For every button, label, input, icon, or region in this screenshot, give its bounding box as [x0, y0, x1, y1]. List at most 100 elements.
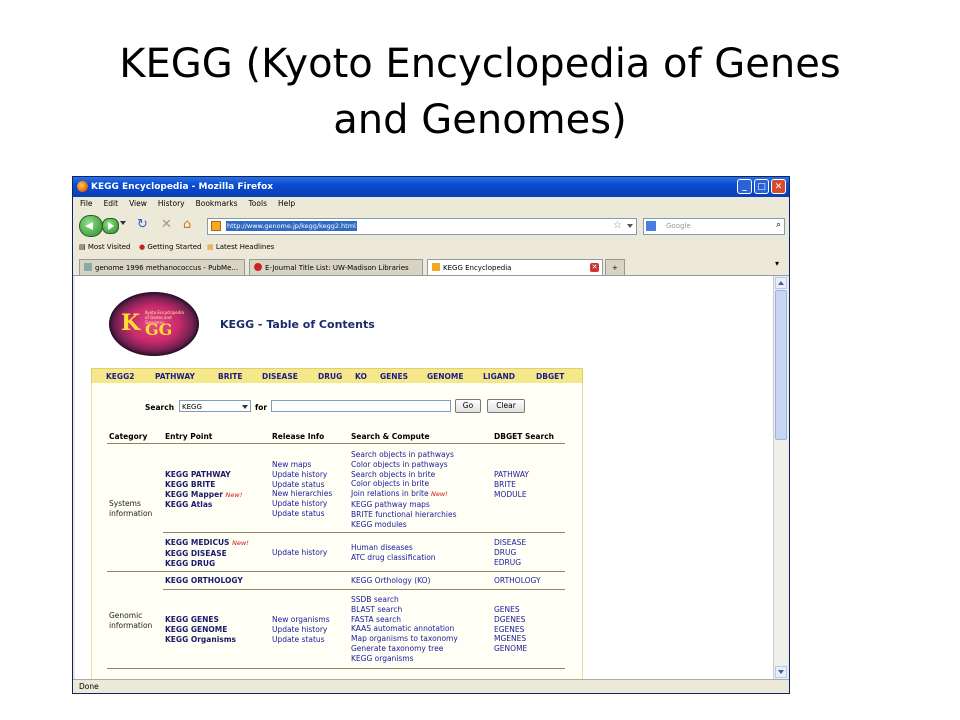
reload-icon[interactable]: ↻ — [137, 217, 148, 233]
window-titlebar[interactable]: KEGG Encyclopedia - Mozilla Firefox _ □ … — [73, 177, 789, 197]
link-update-history-4[interactable]: Update history — [272, 625, 330, 635]
nav-disease[interactable]: DISEASE — [262, 369, 298, 384]
link-kegg-disease[interactable]: KEGG DISEASE — [165, 549, 249, 559]
link-search-objects-pathways[interactable]: Search objects in pathways — [351, 450, 457, 460]
link-generate-taxonomy-tree[interactable]: Generate taxonomy tree — [351, 644, 458, 654]
bookmark-latest-headlines[interactable]: ▦ Latest Headlines — [207, 239, 274, 255]
menu-history[interactable]: History — [158, 199, 185, 208]
tab-close-icon[interactable]: ✕ — [590, 263, 599, 272]
link-update-history-3[interactable]: Update history — [272, 548, 327, 558]
nav-ligand[interactable]: LIGAND — [483, 369, 515, 384]
nav-genes[interactable]: GENES — [380, 369, 408, 384]
forward-button[interactable] — [102, 218, 119, 234]
link-update-status[interactable]: Update status — [272, 480, 332, 490]
nav-kegg2[interactable]: KEGG2 — [106, 369, 134, 384]
back-button[interactable] — [79, 215, 103, 237]
link-kegg-medicus[interactable]: KEGG MEDICUS New! — [165, 538, 249, 549]
minimize-button[interactable]: _ — [737, 179, 752, 194]
link-new-maps[interactable]: New maps — [272, 460, 332, 470]
bookmark-getting-started[interactable]: ● Getting Started — [139, 239, 201, 255]
tab-pubmed[interactable]: genome 1996 methanococcus - PubMe... — [79, 259, 245, 275]
nav-dbget[interactable]: DBGET — [536, 369, 564, 384]
scroll-up-button[interactable] — [775, 277, 787, 289]
link-kegg-organisms[interactable]: KEGG Organisms — [165, 635, 236, 645]
search-icon[interactable]: ⌕ — [776, 220, 781, 230]
link-dbget-module[interactable]: MODULE — [494, 490, 529, 500]
link-dbget-genes[interactable]: GENES — [494, 605, 527, 615]
nav-brite[interactable]: BRITE — [218, 369, 243, 384]
google-icon[interactable] — [646, 221, 656, 231]
menu-tools[interactable]: Tools — [249, 199, 267, 208]
nav-drug[interactable]: DRUG — [318, 369, 342, 384]
link-dbget-genome[interactable]: GENOME — [494, 644, 527, 654]
link-color-objects-brite[interactable]: Color objects in brite — [351, 479, 457, 489]
tab-kegg[interactable]: KEGG Encyclopedia ✕ — [427, 259, 603, 275]
link-kegg-orthology-ko[interactable]: KEGG Orthology (KO) — [351, 576, 430, 586]
link-update-history[interactable]: Update history — [272, 470, 332, 480]
link-dbget-pathway[interactable]: PATHWAY — [494, 470, 529, 480]
menu-file[interactable]: File — [80, 199, 93, 208]
home-icon[interactable]: ⌂ — [183, 217, 191, 233]
scroll-thumb[interactable] — [775, 290, 787, 440]
link-dbget-edrug[interactable]: EDRUG — [494, 558, 526, 568]
menu-view[interactable]: View — [129, 199, 147, 208]
vertical-scrollbar[interactable] — [773, 276, 788, 679]
link-kegg-drug[interactable]: KEGG DRUG — [165, 559, 249, 569]
nav-ko[interactable]: KO — [355, 369, 367, 384]
scroll-down-button[interactable] — [775, 666, 787, 678]
menu-help[interactable]: Help — [278, 199, 295, 208]
kegg-logo[interactable]: K Kyoto Encyclopedia of Genes and Genome… — [109, 292, 199, 356]
link-kegg-orthology[interactable]: KEGG ORTHOLOGY — [165, 576, 243, 586]
link-brite-functional-hierarchies[interactable]: BRITE functional hierarchies — [351, 510, 457, 520]
history-dropdown-icon[interactable] — [120, 221, 126, 225]
link-dbget-dgenes[interactable]: DGENES — [494, 615, 527, 625]
link-kegg-genes[interactable]: KEGG GENES — [165, 615, 236, 625]
link-update-history-2[interactable]: Update history — [272, 499, 332, 509]
link-join-relations-brite[interactable]: Join relations in brite New! — [351, 489, 457, 500]
bookmark-most-visited[interactable]: ▤ Most Visited — [79, 239, 130, 255]
link-human-diseases[interactable]: Human diseases — [351, 543, 436, 553]
menu-bookmarks[interactable]: Bookmarks — [196, 199, 238, 208]
link-atc-drug-classification[interactable]: ATC drug classification — [351, 553, 436, 563]
link-kegg-modules[interactable]: KEGG modules — [351, 520, 457, 530]
go-button[interactable]: Go — [455, 399, 481, 413]
nav-genome[interactable]: GENOME — [427, 369, 464, 384]
link-kegg-organisms-2[interactable]: KEGG organisms — [351, 654, 458, 664]
url-bar[interactable]: http://www.genome.jp/kegg/kegg2.html ☆ — [207, 218, 637, 235]
link-kegg-atlas[interactable]: KEGG Atlas — [165, 500, 242, 510]
clear-button[interactable]: Clear — [487, 399, 525, 413]
link-dbget-disease[interactable]: DISEASE — [494, 538, 526, 548]
maximize-button[interactable]: □ — [754, 179, 769, 194]
link-ssdb-search[interactable]: SSDB search — [351, 595, 458, 605]
link-kegg-genome[interactable]: KEGG GENOME — [165, 625, 236, 635]
link-map-organisms-taxonomy[interactable]: Map organisms to taxonomy — [351, 634, 458, 644]
url-dropdown-icon[interactable] — [627, 224, 633, 228]
close-button[interactable]: ✕ — [771, 179, 786, 194]
link-new-organisms[interactable]: New organisms — [272, 615, 330, 625]
link-dbget-orthology[interactable]: ORTHOLOGY — [494, 576, 541, 586]
link-dbget-mgenes[interactable]: MGENES — [494, 634, 527, 644]
link-new-hierarchies[interactable]: New hierarchies — [272, 489, 332, 499]
tab-list-icon[interactable]: ▾ — [775, 259, 779, 268]
link-update-status-2[interactable]: Update status — [272, 509, 332, 519]
link-kegg-pathway[interactable]: KEGG PATHWAY — [165, 470, 242, 480]
bookmark-star-icon[interactable]: ☆ — [613, 219, 622, 233]
database-select[interactable]: KEGG — [179, 400, 251, 412]
search-box[interactable]: Google ⌕ — [643, 218, 785, 235]
link-update-status-3[interactable]: Update status — [272, 635, 330, 645]
tab-ejournal[interactable]: E-Journal Title List: UW-Madison Librari… — [249, 259, 423, 275]
link-kegg-pathway-maps[interactable]: KEGG pathway maps — [351, 500, 457, 510]
link-fasta-search[interactable]: FASTA search — [351, 615, 458, 625]
link-kaas-annotation[interactable]: KAAS automatic annotation — [351, 624, 458, 634]
link-kegg-mapper[interactable]: KEGG Mapper New! — [165, 490, 242, 501]
url-text[interactable]: http://www.genome.jp/kegg/kegg2.html — [226, 221, 357, 231]
search-input[interactable] — [271, 400, 451, 412]
menu-edit[interactable]: Edit — [104, 199, 119, 208]
link-color-objects-pathways[interactable]: Color objects in pathways — [351, 460, 457, 470]
link-dbget-brite[interactable]: BRITE — [494, 480, 529, 490]
new-tab-button[interactable]: + — [605, 259, 625, 275]
stop-icon[interactable]: ✕ — [161, 217, 172, 233]
link-search-objects-brite[interactable]: Search objects in brite — [351, 470, 457, 480]
nav-pathway[interactable]: PATHWAY — [155, 369, 195, 384]
link-dbget-drug[interactable]: DRUG — [494, 548, 526, 558]
